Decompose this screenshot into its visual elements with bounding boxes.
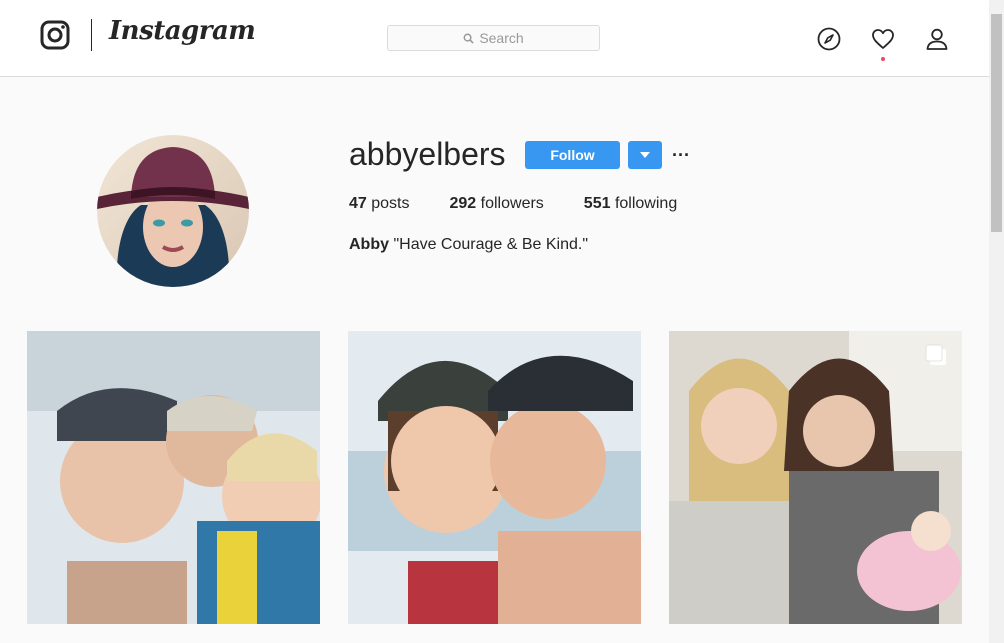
notification-dot xyxy=(881,57,885,61)
bio-name: Abby xyxy=(349,236,389,253)
post-thumbnail[interactable] xyxy=(348,331,641,624)
following-stat[interactable]: 551 following xyxy=(584,195,677,213)
user-icon[interactable] xyxy=(924,26,950,52)
search-input[interactable]: Search xyxy=(387,25,600,51)
post-image xyxy=(669,331,962,624)
bio-text: "Have Courage & Be Kind." xyxy=(393,236,589,253)
more-options-button[interactable]: ··· xyxy=(671,143,691,167)
compass-icon[interactable] xyxy=(816,26,842,52)
profile-username: abbyelbers xyxy=(349,136,506,172)
following-label: following xyxy=(614,195,678,212)
top-navbar: Instagram Search xyxy=(0,0,989,77)
post-thumbnail[interactable] xyxy=(669,331,962,624)
search-icon xyxy=(463,33,474,44)
post-image xyxy=(27,331,320,624)
instagram-wordmark[interactable]: Instagram xyxy=(109,16,256,46)
posts-label: posts xyxy=(371,195,410,212)
scrollbar-thumb[interactable] xyxy=(991,14,1002,232)
profile-bio: Abby "Have Courage & Be Kind." xyxy=(349,236,588,254)
caret-down-icon xyxy=(640,152,650,158)
search-placeholder: Search xyxy=(479,30,524,46)
post-image xyxy=(348,331,641,624)
post-thumbnail[interactable] xyxy=(27,331,320,624)
multiple-photos-icon xyxy=(925,344,946,365)
posts-count: 47 xyxy=(349,195,367,212)
posts-stat: 47 posts xyxy=(349,195,410,213)
heart-icon[interactable] xyxy=(870,26,896,52)
followers-count: 292 xyxy=(449,195,477,212)
page-scrollbar[interactable] xyxy=(989,0,1004,643)
suggestions-dropdown-button[interactable] xyxy=(628,141,662,169)
instagram-camera-icon[interactable] xyxy=(40,20,70,50)
logo-divider xyxy=(91,19,92,51)
following-count: 551 xyxy=(583,195,611,212)
followers-stat[interactable]: 292 followers xyxy=(450,195,544,213)
avatar-image xyxy=(97,135,249,287)
follow-button[interactable]: Follow xyxy=(525,141,620,169)
followers-label: followers xyxy=(480,195,544,212)
profile-stats: 47 posts 292 followers 551 following xyxy=(349,195,677,213)
profile-avatar[interactable] xyxy=(97,135,249,287)
